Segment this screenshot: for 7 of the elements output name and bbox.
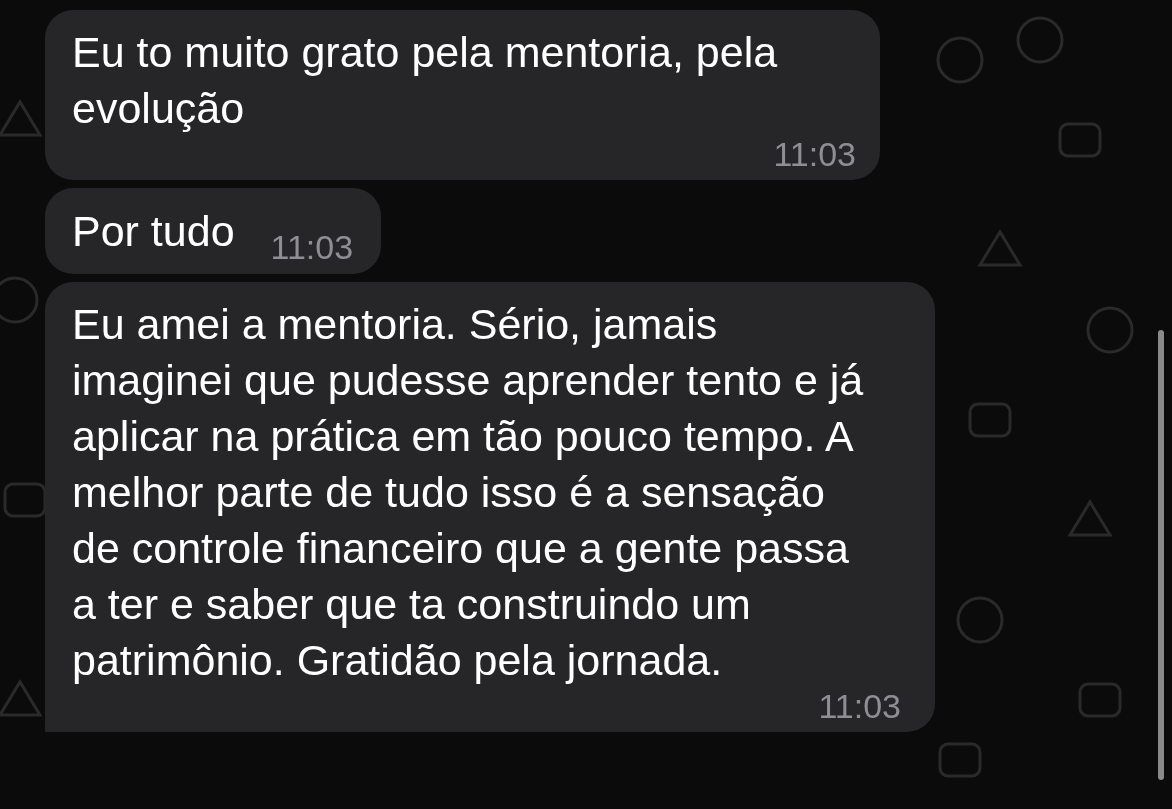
scrollbar[interactable] (1158, 330, 1164, 780)
message-time: 11:03 (818, 688, 901, 724)
message-time: 11:03 (773, 136, 856, 172)
message-text: Por tudo (72, 206, 235, 256)
message-text: Eu amei a mentoria. Sério, jamais imaginei que pudesse aprender tento e já aplicar na prática em tão pouco tempo. A melhor parte de tudo isso é a sensação de controle financeiro que a gente passa a ter e saber que ta construindo um patrimônio. Gratidão pela jornada. (72, 299, 865, 686)
message-text: Eu to muito grato pela mentoria, pela evolução (72, 27, 779, 134)
message-time: 11:03 (270, 228, 354, 266)
